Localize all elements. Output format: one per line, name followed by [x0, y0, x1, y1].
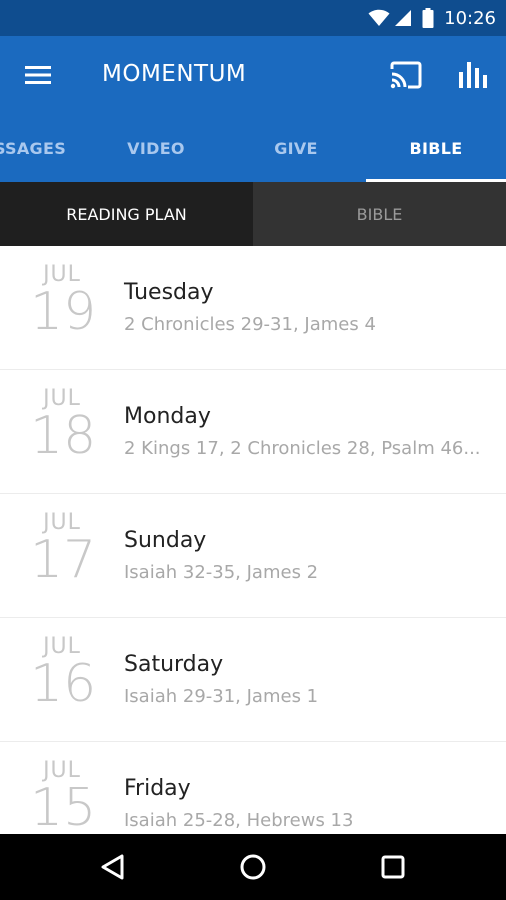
reading-passages: 2 Kings 17, 2 Chronicles 28, Psalm 46... — [124, 438, 481, 459]
recents-button[interactable] — [376, 850, 410, 884]
reading-passages: Isaiah 25-28, Hebrews 13 — [124, 810, 354, 831]
home-button[interactable] — [236, 850, 270, 884]
menu-icon — [25, 66, 51, 84]
reading-date: JUL 17 — [30, 512, 97, 590]
status-icons: 10:26 — [368, 0, 496, 36]
reading-list: JUL 19 Tuesday 2 Chronicles 29-31, James… — [0, 246, 506, 834]
back-button[interactable] — [96, 850, 130, 884]
battery-icon — [422, 8, 434, 28]
reading-date: JUL 18 — [30, 388, 97, 466]
stats-icon — [459, 62, 487, 88]
cast-button[interactable] — [388, 60, 424, 92]
cast-icon — [390, 61, 422, 89]
menu-button[interactable] — [22, 60, 54, 90]
signal-icon — [395, 10, 412, 26]
tab-bible[interactable]: BIBLE — [366, 114, 506, 182]
main-tabs: SSAGES VIDEO GIVE BIBLE — [0, 114, 506, 182]
reading-item[interactable]: JUL 19 Tuesday 2 Chronicles 29-31, James… — [0, 246, 506, 370]
reading-day: 15 — [30, 778, 97, 834]
reading-day: 16 — [30, 654, 97, 714]
reading-weekday: Monday — [124, 404, 211, 429]
tab-messages[interactable]: SSAGES — [0, 114, 100, 182]
reading-day: 17 — [30, 530, 97, 590]
tab-video[interactable]: VIDEO — [86, 114, 226, 182]
reading-day: 19 — [30, 282, 97, 342]
reading-weekday: Saturday — [124, 652, 224, 677]
reading-date: JUL 19 — [30, 264, 97, 342]
tab-give[interactable]: GIVE — [226, 114, 366, 182]
reading-day: 18 — [30, 406, 97, 466]
reading-date: JUL 15 — [30, 760, 97, 835]
subtab-reading-plan[interactable]: READING PLAN — [0, 182, 253, 246]
recents-icon — [381, 855, 405, 879]
reading-weekday: Friday — [124, 776, 191, 801]
back-icon — [101, 854, 124, 880]
subtabs: READING PLAN BIBLE — [0, 182, 506, 246]
wifi-icon — [368, 9, 390, 26]
status-time: 10:26 — [444, 7, 496, 29]
app-title: MOMENTUM — [102, 61, 247, 87]
reading-item[interactable]: JUL 15 Friday Isaiah 25-28, Hebrews 13 — [0, 742, 506, 835]
subtab-bible[interactable]: BIBLE — [253, 182, 506, 246]
navigation-bar — [0, 834, 506, 900]
reading-item[interactable]: JUL 18 Monday 2 Kings 17, 2 Chronicles 2… — [0, 370, 506, 494]
status-bar: 10:26 — [0, 0, 506, 36]
reading-date: JUL 16 — [30, 636, 97, 714]
reading-weekday: Sunday — [124, 528, 207, 553]
home-icon — [240, 854, 266, 880]
stats-button[interactable] — [456, 58, 490, 92]
reading-weekday: Tuesday — [124, 280, 214, 305]
reading-item[interactable]: JUL 17 Sunday Isaiah 32-35, James 2 — [0, 494, 506, 618]
reading-passages: Isaiah 32-35, James 2 — [124, 562, 319, 583]
reading-passages: Isaiah 29-31, James 1 — [124, 686, 319, 707]
reading-passages: 2 Chronicles 29-31, James 4 — [124, 314, 376, 335]
reading-item[interactable]: JUL 16 Saturday Isaiah 29-31, James 1 — [0, 618, 506, 742]
app-bar: MOMENTUM — [0, 36, 506, 114]
